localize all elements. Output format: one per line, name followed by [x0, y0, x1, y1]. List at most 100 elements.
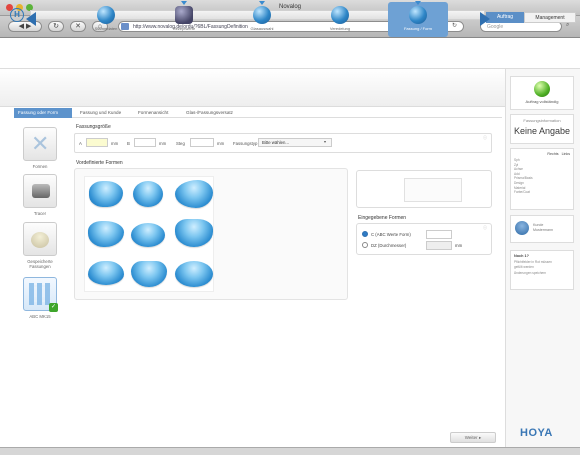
info-value: Keine Angabe: [513, 126, 571, 136]
step-glasauswahl[interactable]: Glasauswahl: [232, 1, 292, 37]
select-fassungstyp[interactable]: Bitte wählen...: [258, 138, 332, 147]
next-button-label: Weiter: [464, 435, 478, 440]
input-b[interactable]: [134, 138, 156, 147]
grid-table-icon: [29, 283, 51, 305]
unit-durchmesser: mm: [455, 243, 463, 248]
tool-label: Tracer: [33, 211, 47, 216]
reload-icon: ↻: [53, 23, 59, 30]
back-forward-buttons[interactable]: ◀ ▶: [8, 21, 42, 32]
previous-step-arrow-icon[interactable]: [26, 12, 36, 26]
input-durchmesser[interactable]: [426, 241, 452, 250]
lens-icon: [253, 6, 271, 24]
lens-shape-7[interactable]: [88, 261, 124, 285]
tool-box: [23, 174, 57, 208]
tool-label: Gespeicherte Fassungen: [27, 259, 53, 269]
tool-label: ABC MK15: [29, 314, 51, 319]
lens-shape-6[interactable]: [175, 219, 213, 247]
status-ok-icon: [534, 81, 550, 97]
next-step-arrow-icon[interactable]: [480, 12, 490, 26]
step-label: Stammdaten: [94, 26, 118, 31]
reload-button[interactable]: ↻: [48, 21, 64, 32]
tool-formen[interactable]: ✕ Formen: [22, 127, 58, 169]
header-right: Rechts: [547, 152, 559, 156]
hoya-logo-icon[interactable]: H: [10, 8, 24, 22]
unit-steg: mm: [217, 141, 225, 146]
step-veredelung[interactable]: Veredelung: [310, 2, 370, 37]
step-label: Glasauswahl: [250, 26, 274, 31]
next-button[interactable]: Weiter ▸: [450, 432, 496, 443]
browser-statusbar: [0, 447, 580, 455]
tool-box: ✕: [23, 127, 57, 161]
coating-icon: [331, 6, 349, 24]
subtab-fassung-oder-form[interactable]: Fassung oder Form: [14, 108, 72, 118]
status-label: Auftrag vollständig: [525, 99, 559, 104]
globe-icon: [97, 6, 115, 24]
step-label: Fassung / Form: [403, 26, 432, 31]
reload-small-icon[interactable]: ↻: [452, 22, 457, 29]
tool-gespeicherte-fassungen[interactable]: Gespeicherte Fassungen: [22, 222, 58, 269]
subtab-fassung-und-kunde[interactable]: Fassung und Kunde: [76, 108, 125, 118]
step-marker-icon: [181, 1, 187, 5]
search-icon[interactable]: ⌕: [566, 22, 569, 29]
hoya-brand-logo: HOYA: [520, 427, 553, 439]
note-title: Noch 1?: [514, 254, 529, 258]
summary-row: Farbe/Coat: [514, 190, 530, 195]
lens-shape-9[interactable]: [175, 261, 213, 287]
step-label: Rezeptwerte: [172, 26, 196, 31]
section-title-vordefinierte-formen: Vordefinierte Formen: [76, 160, 123, 166]
input-steg[interactable]: [190, 138, 214, 147]
chevron-right-icon: ▸: [478, 435, 482, 440]
cross-shape-icon: ✕: [31, 131, 50, 156]
step-rezeptwerte[interactable]: Rezeptwerte: [154, 1, 214, 37]
customer-text: Kunde Mustermann: [533, 223, 553, 233]
info-icon[interactable]: ⓘ: [483, 135, 487, 141]
tracer-device-icon: [32, 184, 50, 198]
note-line: Änderungen speichern: [514, 271, 547, 276]
step-fassung-form[interactable]: Fassung / Form: [388, 1, 448, 37]
frame-icon: [175, 6, 193, 24]
label-durchmesser: DZ (Durchmesser): [371, 243, 407, 248]
app-header: [0, 39, 580, 69]
step-marker-icon: [415, 1, 421, 5]
info-title: Fassungsinformation: [523, 118, 561, 123]
chevron-down-icon[interactable]: ▾: [324, 139, 326, 144]
tab-auftrag[interactable]: Auftrag: [486, 12, 524, 23]
label-fassungstyp: Fassungstyp: [233, 141, 258, 146]
tool-abc-mk15[interactable]: ✓ ABC MK15: [22, 277, 58, 319]
lens-shape-2[interactable]: [133, 181, 163, 207]
lens-shape-8[interactable]: [131, 261, 167, 287]
back-arrow-icon[interactable]: ◀: [19, 23, 24, 30]
lens-shape-5[interactable]: [131, 223, 165, 247]
tab-management[interactable]: Management: [524, 12, 576, 23]
shape-grid: [84, 176, 214, 292]
radio-durchmesser[interactable]: [362, 242, 368, 248]
header-left: Links: [561, 152, 570, 156]
tool-box: [23, 222, 57, 256]
step-label: Veredelung: [329, 26, 351, 31]
lens-shape-4[interactable]: [88, 221, 124, 247]
input-abc-werte[interactable]: [426, 230, 452, 239]
subtab-formenansicht[interactable]: Formenansicht: [134, 108, 172, 118]
lens-shape-3[interactable]: [175, 180, 213, 208]
shape-preview-area: [404, 178, 462, 202]
unit-b: mm: [159, 141, 167, 146]
note-line: gefüllt werden: [514, 264, 534, 269]
tool-tracer[interactable]: Tracer: [22, 174, 58, 216]
order-status-card[interactable]: Auftrag vollständig: [510, 76, 574, 110]
saved-frames-icon: [31, 232, 49, 248]
step-stammdaten[interactable]: Stammdaten: [76, 2, 136, 37]
label-steg: Steg: [176, 141, 185, 146]
section-title-eingegebene-formen: Eingegebene Formen: [358, 215, 407, 221]
input-a[interactable]: [86, 138, 108, 147]
checkmark-icon: ✓: [49, 303, 58, 312]
subtab-glas-fassungsversatz[interactable]: Glas-/Fassungsversatz: [182, 108, 237, 118]
frame-info-card: Fassungsinformation Keine Angabe: [510, 114, 574, 144]
frame-shape-icon: [409, 6, 427, 24]
unit-a: mm: [111, 141, 119, 146]
prescription-summary-card: Rechts Links Sph Zyl Achse Add Prisma/Ba…: [510, 148, 574, 210]
info-icon[interactable]: ⓘ: [483, 225, 487, 231]
step-marker-icon: [259, 1, 265, 5]
radio-abc-werte-form[interactable]: [362, 231, 368, 237]
tool-label: Formen: [32, 164, 48, 169]
lens-shape-1[interactable]: [89, 181, 123, 207]
